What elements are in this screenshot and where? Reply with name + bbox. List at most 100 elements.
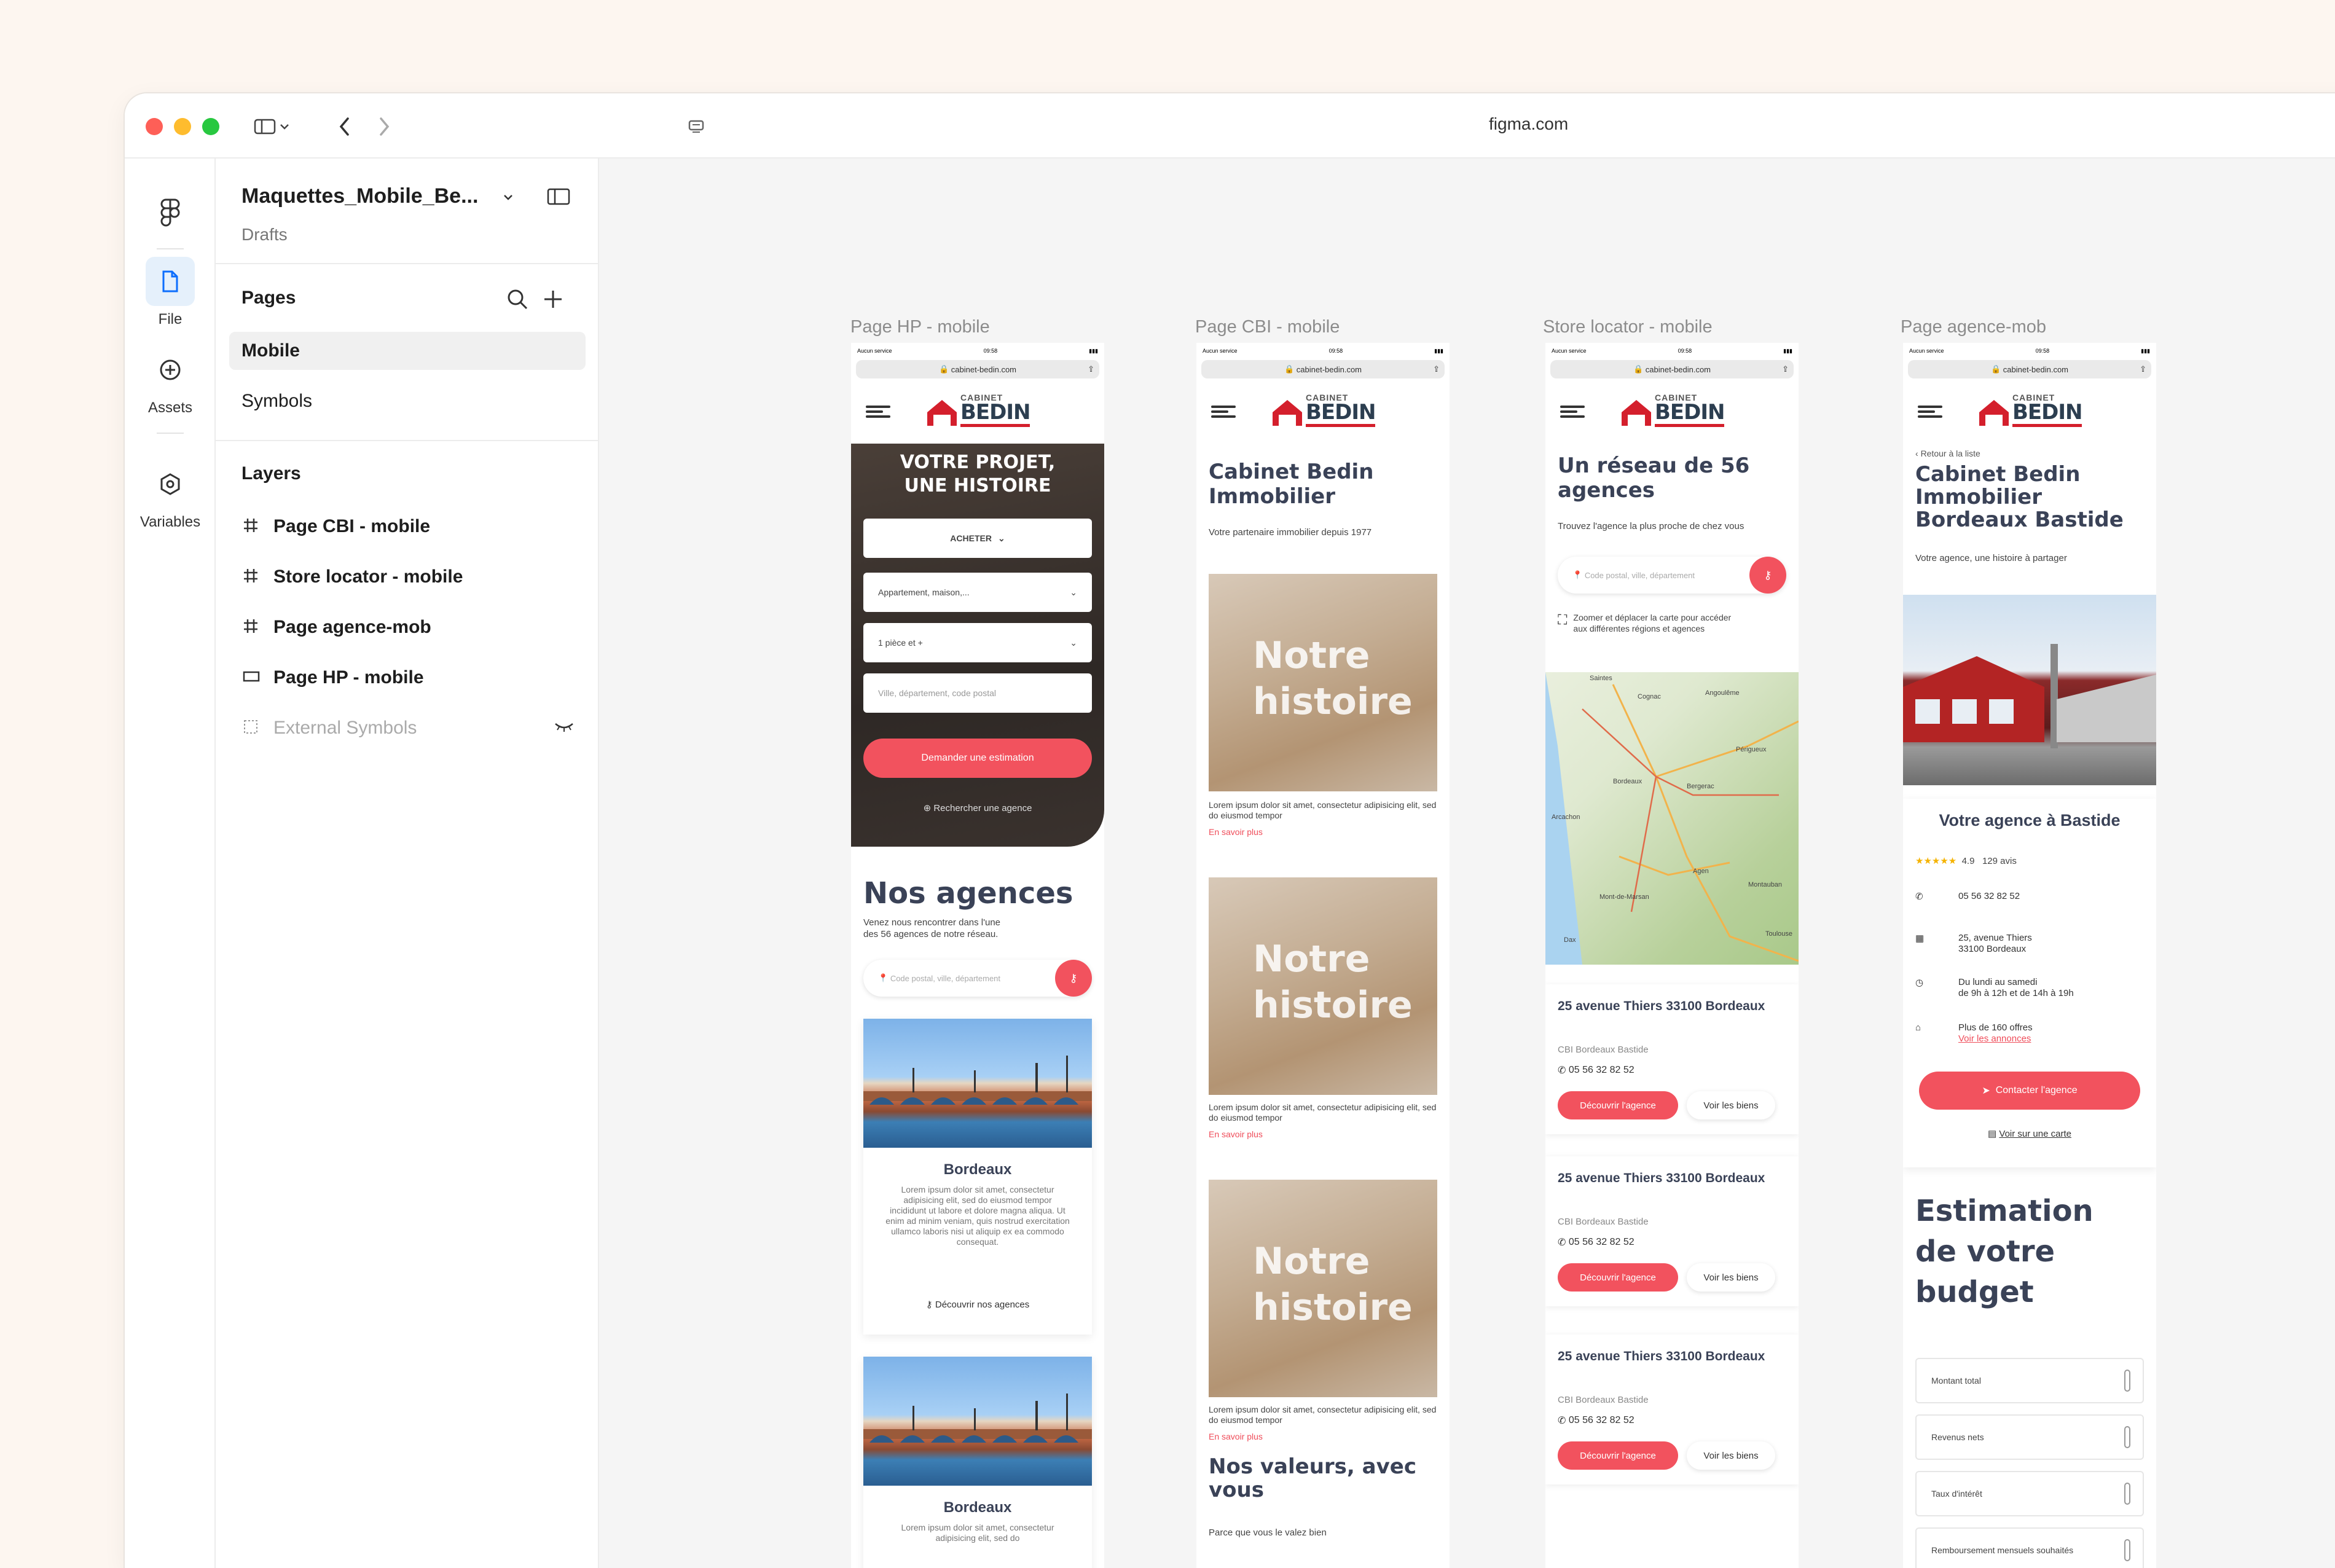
menu-icon (1918, 406, 1942, 418)
map-town: Cognac (1638, 693, 1661, 700)
agence-tagline: Votre agence, une histoire à partager (1915, 553, 2067, 563)
figma-menu-button[interactable] (125, 188, 216, 242)
frame-page-agence[interactable]: Aucun service 09:58 ▮▮▮ 🔒 cabinet-bedin.co… (1903, 343, 2156, 1568)
file-location[interactable]: Drafts (241, 225, 288, 245)
chevron-down-icon[interactable] (502, 193, 514, 202)
rail-file-tab[interactable]: File (125, 257, 216, 328)
key-search-button[interactable]: ⚷ (1749, 557, 1786, 594)
panel-toggle-icon[interactable] (546, 187, 571, 206)
learn-more-link[interactable]: En savoir plus (1209, 1129, 1263, 1139)
see-ads-link[interactable]: Voir les annonces (1958, 1033, 2031, 1044)
layer-label: Page HP - mobile (273, 667, 424, 688)
rail-assets-tab[interactable]: Assets (125, 345, 216, 417)
learn-more-link[interactable]: En savoir plus (1209, 1432, 1263, 1441)
contact-agency-button[interactable]: ➤ Contacter l'agence (1919, 1072, 2140, 1110)
learn-more-link[interactable]: En savoir plus (1209, 827, 1263, 837)
postal-search-input[interactable]: 📍 Code postal, ville, département ⚷ (1558, 557, 1786, 594)
lock-icon: 🔒 (1990, 364, 2003, 374)
frame-label[interactable]: Store locator - mobile (1543, 317, 1713, 337)
agency-result[interactable]: 25 avenue Thiers 33100 Bordeaux CBI Bord… (1545, 984, 1799, 1134)
title-bar: figma.com (125, 93, 2335, 159)
layer-item[interactable]: Page CBI - mobile (229, 506, 586, 544)
file-name[interactable]: Maquettes_Mobile_Be... (241, 184, 478, 208)
discover-agency-button[interactable]: Découvrir l'agence (1558, 1263, 1678, 1292)
frame-page-hp[interactable]: Aucun service 09:58 ▮▮▮ 🔒 cabinet-bedin.co… (851, 343, 1104, 1568)
carrier-text: Aucun service (1909, 348, 1944, 354)
search-agency-link[interactable]: ⊕ Rechercher une agence (851, 802, 1104, 813)
transaction-select[interactable]: ACHETER ⌄ (863, 519, 1092, 558)
frame-label[interactable]: Page CBI - mobile (1195, 317, 1340, 337)
bridge-photo (863, 1019, 1092, 1148)
site-url: cabinet-bedin.com (951, 364, 1017, 374)
chevron-down-icon: ⌄ (1070, 587, 1077, 597)
minimize-window-button[interactable] (174, 118, 191, 135)
see-map-link[interactable]: ▤ Voir sur une carte (1903, 1128, 2156, 1139)
map[interactable]: Saintes Cognac Angoulême Périgueux Borde… (1545, 672, 1799, 965)
rooms-select[interactable]: 1 pièce et + ⌄ (863, 623, 1092, 662)
rail-variables-tab[interactable]: Variables (125, 460, 216, 531)
property-type-select[interactable]: Appartement, maison,... ⌄ (863, 573, 1092, 612)
chevron-left-icon: ‹ (1915, 449, 1921, 458)
chevron-down-icon: ⌄ (1070, 637, 1077, 648)
map-town: Dax (1564, 936, 1576, 944)
assets-icon (160, 359, 181, 380)
postal-placeholder: Code postal, ville, département (890, 973, 1001, 983)
discover-agency-button[interactable]: Découvrir l'agence (1558, 1091, 1678, 1119)
frame-label[interactable]: Page HP - mobile (850, 317, 990, 337)
battery-icon: ▮▮▮ (1434, 347, 1443, 354)
layer-item[interactable]: Page HP - mobile (229, 657, 586, 696)
menu-icon (1211, 406, 1236, 418)
see-goods-button[interactable]: Voir les biens (1687, 1441, 1775, 1470)
page-item-symbols[interactable]: Symbols (229, 382, 586, 420)
close-window-button[interactable] (146, 118, 163, 135)
story-text: Lorem ipsum dolor sit amet, consectetur … (1209, 1405, 1437, 1425)
store-title: Un réseau de 56 agences (1558, 453, 1750, 503)
frame-page-cbi[interactable]: Aucun service 09:58 ▮▮▮ 🔒 cabinet-bedin.co… (1196, 343, 1450, 1568)
see-goods-button[interactable]: Voir les biens (1687, 1091, 1775, 1119)
total-amount-field[interactable]: Montant total (1915, 1358, 2144, 1403)
frame-label[interactable]: Page agence-mob (1901, 317, 2046, 337)
interest-rate-field[interactable]: Taux d'intérêt (1915, 1471, 2144, 1516)
hidden-eye-icon[interactable] (554, 720, 575, 734)
url-text[interactable]: figma.com (1489, 114, 1568, 134)
frame-store-locator[interactable]: Aucun service 09:58 ▮▮▮ 🔒 cabinet-bedin.co… (1545, 343, 1799, 1568)
stepper-icon (2124, 1483, 2130, 1505)
postal-search-input[interactable]: 📍 Code postal, ville, département ⚷ (863, 960, 1092, 997)
sidebar-toggle-button[interactable] (245, 108, 299, 145)
agency-card[interactable]: Bordeaux Lorem ipsum dolor sit amet, con… (863, 1019, 1092, 1335)
add-page-icon[interactable] (541, 288, 565, 311)
monthly-repayment-field[interactable]: Remboursement mensuels souhaités (1915, 1527, 2144, 1568)
back-button[interactable] (326, 108, 363, 145)
site-header: CABINET BEDIN (1903, 380, 2156, 444)
back-to-list-link[interactable]: ‹ Retour à la liste (1915, 449, 1980, 458)
see-goods-button[interactable]: Voir les biens (1687, 1263, 1775, 1292)
carrier-text: Aucun service (1552, 348, 1587, 354)
zoom-window-button[interactable] (202, 118, 219, 135)
estimate-button[interactable]: Demander une estimation (863, 739, 1092, 778)
location-input[interactable]: Ville, département, code postal (863, 673, 1092, 713)
agency-result[interactable]: 25 avenue Thiers 33100 Bordeaux CBI Bord… (1545, 1156, 1799, 1306)
search-agency-label: Rechercher une agence (933, 803, 1032, 813)
agency-result[interactable]: 25 avenue Thiers 33100 Bordeaux CBI Bord… (1545, 1335, 1799, 1484)
key-search-button[interactable]: ⚷ (1055, 960, 1092, 997)
layer-item[interactable]: External Symbols (229, 708, 586, 746)
agency-card-title: Votre agence à Bastide (1939, 811, 2121, 829)
site-settings-button[interactable] (678, 108, 715, 145)
canvas[interactable]: Page HP - mobile Page CBI - mobile Store… (599, 159, 2335, 1568)
bank-icon: ⌂ (1915, 1022, 1921, 1033)
agence-title: Cabinet Bedin Immobilier Bordeaux Bastid… (1915, 462, 2124, 532)
layer-item[interactable]: Store locator - mobile (229, 557, 586, 595)
agencies-title: Nos agences (863, 876, 1073, 911)
search-icon[interactable] (506, 288, 529, 311)
discover-agencies-link[interactable]: ⚷ Découvrir nos agences (863, 1299, 1092, 1310)
forward-button[interactable] (366, 108, 402, 145)
variables-icon (160, 473, 180, 495)
agency-phone-number: 05 56 32 82 52 (1568, 1237, 1634, 1247)
rating-row: ★★★★★ 4.9 129 avis (1915, 855, 2017, 866)
discover-agency-button[interactable]: Découvrir l'agence (1558, 1441, 1678, 1470)
back-label: Retour à la liste (1920, 449, 1980, 458)
agency-card[interactable]: Bordeaux Lorem ipsum dolor sit amet, con… (863, 1357, 1092, 1568)
layer-item[interactable]: Page agence-mob (229, 607, 586, 645)
net-income-field[interactable]: Revenus nets (1915, 1414, 2144, 1460)
page-item-mobile[interactable]: Mobile (229, 332, 586, 370)
